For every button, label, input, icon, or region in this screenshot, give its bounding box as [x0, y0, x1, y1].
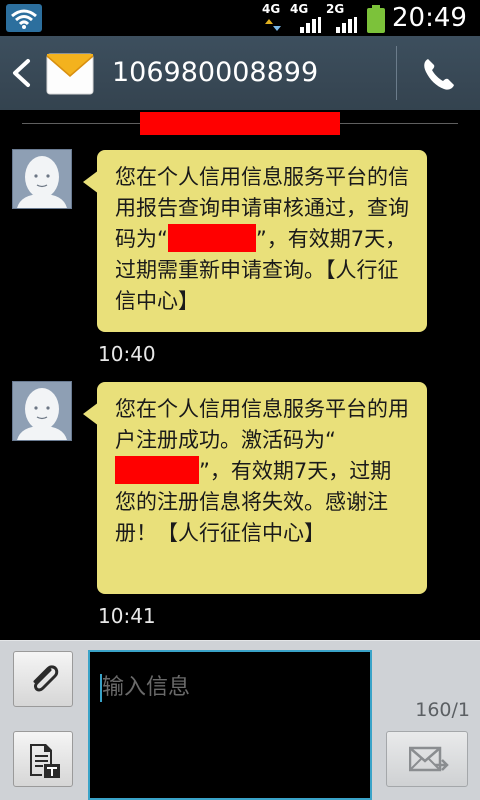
data-arrows-icon	[265, 19, 281, 31]
signal-bars-icon	[300, 17, 321, 33]
redacted-code	[115, 456, 199, 484]
paperclip-icon	[33, 665, 59, 692]
contact-avatar-icon[interactable]	[12, 149, 72, 209]
network-indicator-2: 4G	[290, 3, 324, 33]
text-template-icon	[30, 744, 60, 778]
message-bubble[interactable]: 您在个人信用信息服务平台的信用报告查询申请审核通过，查询码为“ ”，有效期7天，过…	[83, 150, 427, 332]
contact-number: 106980008899	[112, 57, 319, 88]
send-button[interactable]	[386, 731, 468, 787]
status-bar: 4G 4G 2G 20:49	[0, 0, 480, 36]
battery-icon	[367, 5, 385, 33]
message-input-placeholder: 输入信息	[102, 675, 191, 700]
message-input[interactable]: 输入信息	[88, 650, 372, 800]
title-divider	[396, 46, 397, 100]
wifi-icon	[6, 4, 42, 32]
signal-bars-icon	[336, 17, 357, 33]
contact-avatar-icon	[13, 150, 71, 208]
character-counter: 160/1	[415, 699, 470, 721]
network-indicator-3: 2G	[326, 3, 360, 33]
attach-button[interactable]	[13, 651, 73, 707]
send-message-icon	[409, 746, 449, 772]
bubble-tail	[83, 402, 99, 426]
network-type-label: 2G	[326, 2, 345, 16]
title-bar: 106980008899	[0, 36, 480, 110]
phone-icon[interactable]	[418, 56, 458, 92]
message-bubble[interactable]: 您在个人信用信息服务平台的用户注册成功。激活码为“”，有效期7天，过期您的注册信…	[83, 382, 427, 594]
chevron-left-icon[interactable]	[8, 58, 34, 88]
message-timestamp: 10:40	[98, 342, 156, 366]
bubble-tail	[83, 170, 99, 194]
envelope-icon	[46, 53, 94, 95]
message-text: 您在个人信用信息服务平台的用户注册成功。激活码为“	[115, 397, 409, 452]
redacted-code	[167, 224, 256, 252]
contact-avatar-icon[interactable]	[12, 381, 72, 441]
network-indicator-1: 4G	[262, 3, 292, 33]
network-type-label: 4G	[290, 2, 309, 16]
status-clock: 20:49	[392, 3, 467, 33]
message-composer: 输入信息 160/1	[0, 640, 480, 800]
network-type-label: 4G	[262, 2, 281, 16]
message-timestamp: 10:41	[98, 604, 156, 628]
conversation-area: 您在个人信用信息服务平台的信用报告查询申请审核通过，查询码为“ ”，有效期7天，过…	[0, 110, 480, 640]
date-header-redacted	[140, 112, 340, 135]
text-template-button[interactable]	[13, 731, 73, 787]
contact-avatar-icon	[13, 382, 71, 440]
